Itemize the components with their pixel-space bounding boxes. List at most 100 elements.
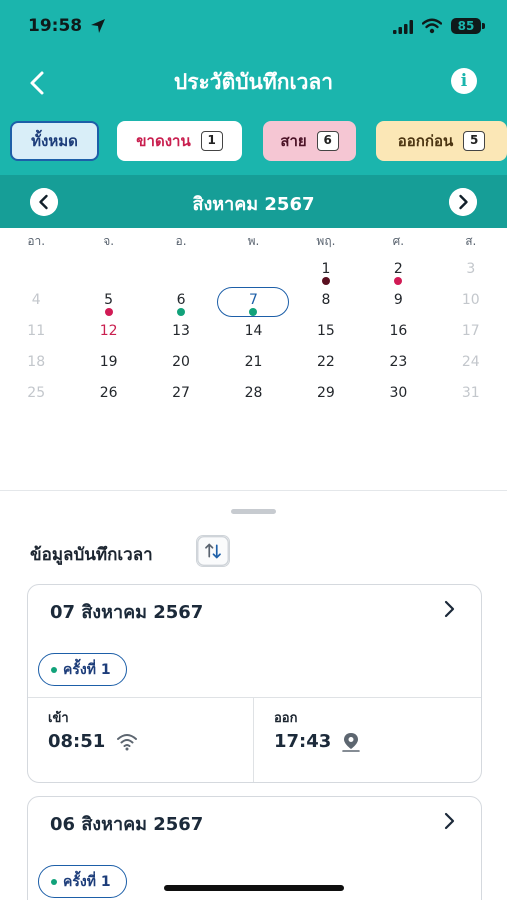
calendar-day[interactable]: 22: [290, 349, 362, 380]
calendar-week-row: 1 2 3: [0, 256, 507, 287]
filter-chip-leave-early[interactable]: ออกก่อน 5: [376, 121, 507, 161]
round-dot: [51, 666, 57, 673]
sheet-title: ข้อมูลบันทึกเวลา: [30, 545, 153, 565]
calendar-day[interactable]: 26: [72, 380, 144, 411]
calendar-day-number: 8: [321, 292, 331, 308]
calendar-day-number: 20: [172, 354, 190, 370]
calendar-day-number: 19: [99, 354, 118, 370]
calendar-day-number: 18: [27, 354, 46, 370]
chevron-right-icon[interactable]: [440, 599, 460, 619]
calendar-day[interactable]: 14: [217, 318, 289, 349]
calendar-day-number: 1: [321, 261, 331, 277]
weekday-label: อา.: [27, 234, 46, 248]
calendar-day[interactable]: 4: [0, 287, 72, 318]
sort-button[interactable]: [196, 535, 230, 567]
filter-chip-absent-label: ขาดงาน: [136, 132, 191, 150]
calendar-empty-cell: [217, 256, 289, 287]
record-date: 06 สิงหาคม 2567: [50, 814, 204, 835]
page-title: ประวัติบันทึกเวลา: [173, 70, 334, 94]
check-out-label: ออก: [274, 711, 298, 726]
calendar-empty-cell: [0, 256, 72, 287]
check-out-time: 17:43: [274, 731, 332, 752]
calendar-day[interactable]: 18: [0, 349, 72, 380]
cellular-signal-icon: [393, 20, 413, 34]
calendar-day[interactable]: 6: [145, 287, 217, 318]
calendar-empty-cell: [72, 256, 144, 287]
card-divider: [28, 697, 481, 698]
record-date: 07 สิงหาคม 2567: [50, 602, 204, 623]
round-label: ครั้งที่ 1: [63, 873, 111, 890]
status-time: 19:58: [28, 16, 83, 36]
record-card[interactable]: 07 สิงหาคม 2567 ครั้งที่ 1 เข้า 08:51 ออ…: [27, 584, 482, 783]
filter-chip-late-label: สาย: [280, 132, 307, 150]
sheet-drag-handle[interactable]: [231, 509, 276, 514]
calendar-day[interactable]: 1: [290, 256, 362, 287]
calendar-day-number: 17: [461, 323, 480, 339]
month-title: สิงหาคม 2567: [192, 194, 315, 215]
calendar-day-number: 27: [172, 385, 190, 401]
calendar-day[interactable]: 7: [217, 287, 290, 318]
info-icon[interactable]: i: [451, 68, 477, 94]
calendar-day-number: 16: [389, 323, 408, 339]
calendar-day[interactable]: 5: [72, 287, 144, 318]
calendar-day[interactable]: 25: [0, 380, 72, 411]
calendar-day[interactable]: 23: [362, 349, 434, 380]
calendar-day[interactable]: 9: [362, 287, 434, 318]
calendar-day[interactable]: 21: [217, 349, 289, 380]
next-month-button[interactable]: [449, 188, 477, 216]
weekday-label: ศ.: [392, 234, 405, 248]
calendar-day-number: 9: [393, 292, 403, 308]
calendar-day-number: 21: [244, 354, 263, 370]
calendar-day[interactable]: 15: [290, 318, 362, 349]
header-area: 19:58 85 ประวัติบันทึกเวลา i ทั้งหมด ขาด…: [0, 0, 507, 420]
calendar-day[interactable]: 17: [435, 318, 507, 349]
calendar-day-number: 24: [461, 354, 480, 370]
calendar-day-number: 22: [317, 354, 335, 370]
calendar-day-number: 15: [317, 323, 335, 339]
calendar-day-number: 12: [99, 323, 118, 339]
calendar-day-number: 4: [31, 292, 41, 308]
calendar-day[interactable]: 31: [435, 380, 507, 411]
calendar-day[interactable]: 20: [145, 349, 217, 380]
wifi-icon: [117, 734, 137, 751]
calendar-day[interactable]: 29: [290, 380, 362, 411]
status-bar: 19:58 85: [0, 16, 507, 40]
chevron-right-icon[interactable]: [440, 811, 460, 831]
calendar-empty-cell: [145, 256, 217, 287]
calendar-day[interactable]: 10: [435, 287, 507, 318]
round-label: ครั้งที่ 1: [63, 661, 111, 678]
attendance-status-dot: [394, 277, 403, 285]
calendar-day[interactable]: 13: [145, 318, 217, 349]
calendar-day[interactable]: 2: [362, 256, 434, 287]
calendar-day[interactable]: 24: [435, 349, 507, 380]
calendar-day[interactable]: 16: [362, 318, 434, 349]
weekday-header: อา. จ. อ. พ. พฤ. ศ. ส.: [0, 232, 507, 251]
weekday-label: อ.: [175, 234, 187, 248]
calendar-day[interactable]: 19: [72, 349, 144, 380]
calendar-day[interactable]: 11: [0, 318, 72, 349]
round-badge: ครั้งที่ 1: [38, 865, 127, 898]
calendar-day-number: 23: [389, 354, 408, 370]
month-selector: สิงหาคม 2567: [0, 175, 507, 228]
weekday-label: พ.: [247, 234, 260, 248]
calendar-day-number: 6: [176, 292, 186, 308]
check-in-time: 08:51: [48, 731, 106, 752]
filter-chip-all[interactable]: ทั้งหมด: [10, 121, 99, 161]
calendar-day[interactable]: 30: [362, 380, 434, 411]
records-sheet: ข้อมูลบันทึกเวลา 07 สิงหาคม 2567 ครั้งที…: [0, 490, 507, 900]
battery-icon: 85: [451, 18, 481, 34]
filter-chip-late[interactable]: สาย 6: [263, 121, 356, 161]
calendar-day[interactable]: 3: [435, 256, 507, 287]
calendar-day-number: 29: [317, 385, 335, 401]
filter-chip-absent[interactable]: ขาดงาน 1: [117, 121, 242, 161]
calendar-day-number: 11: [27, 323, 46, 339]
filter-chip-all-label: ทั้งหมด: [31, 132, 78, 150]
round-badge: ครั้งที่ 1: [38, 653, 127, 686]
attendance-status-dot: [104, 308, 113, 316]
calendar-day[interactable]: 27: [145, 380, 217, 411]
calendar-day-number: 25: [27, 385, 46, 401]
calendar-day-number: 31: [461, 385, 480, 401]
calendar-day[interactable]: 8: [290, 287, 362, 318]
calendar-day[interactable]: 12: [72, 318, 144, 349]
calendar-day[interactable]: 28: [217, 380, 289, 411]
